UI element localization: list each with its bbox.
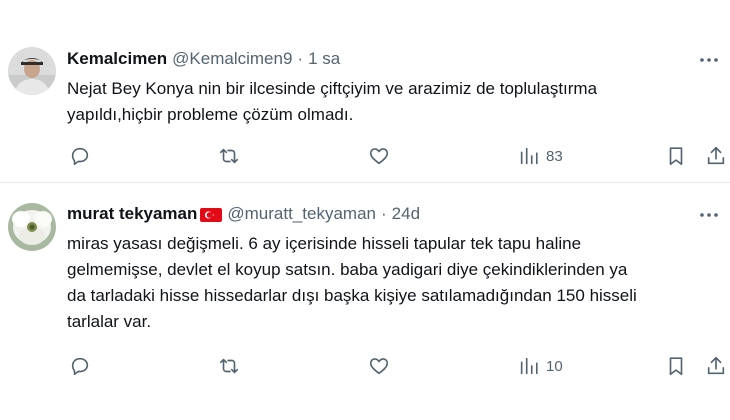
views-icon <box>520 147 538 165</box>
share-button[interactable] <box>705 354 727 378</box>
bookmark-icon <box>669 147 683 166</box>
repost-button[interactable] <box>218 144 240 168</box>
like-icon <box>369 148 389 165</box>
timestamp[interactable]: 1 sa <box>308 49 340 69</box>
reply-tweet[interactable]: murat tekyaman @muratt_tekyaman · 24d mi… <box>0 183 730 420</box>
reply-button[interactable] <box>69 354 91 378</box>
like-icon <box>369 358 389 375</box>
reply-icon <box>71 147 89 166</box>
turkey-flag-icon <box>200 207 223 222</box>
tweet-text-line: tarlalar var. <box>67 312 152 331</box>
bookmark-button[interactable] <box>665 354 687 378</box>
like-button[interactable] <box>368 354 390 378</box>
tweet-text-line: gelmemişse, devlet el koyup satsın. baba… <box>67 260 628 279</box>
repost-button[interactable] <box>218 354 240 378</box>
separator-dot: · <box>297 49 304 68</box>
reply-button[interactable] <box>69 144 91 168</box>
user-handle[interactable]: @Kemalcimen9 <box>172 49 292 69</box>
views-count: 10 <box>546 357 563 375</box>
tweet-text-line: miras yasası değişmeli. 6 ay içerisinde … <box>67 234 582 253</box>
action-bar: 10 <box>0 354 730 378</box>
more-icon[interactable] <box>698 207 720 223</box>
timestamp[interactable]: 24d <box>392 204 420 224</box>
share-icon <box>707 146 725 165</box>
display-name[interactable]: murat tekyaman <box>67 204 197 224</box>
tweet-text-line: da tarladaki hisse hissedarlar dışı başk… <box>67 286 637 305</box>
more-icon[interactable] <box>698 52 720 68</box>
bookmark-button[interactable] <box>665 144 687 168</box>
views-button[interactable]: 83 <box>518 144 563 168</box>
display-name[interactable]: Kemalcimen <box>67 49 167 69</box>
like-button[interactable] <box>368 144 390 168</box>
action-bar: 83 <box>0 144 730 168</box>
share-button[interactable] <box>705 144 727 168</box>
user-handle[interactable]: @muratt_tekyaman <box>227 204 376 224</box>
reply-tweet[interactable]: Kemalcimen @Kemalcimen9 · 1 sa Nejat Bey… <box>0 0 730 182</box>
separator-dot: · <box>380 204 387 223</box>
repost-icon <box>219 148 239 164</box>
avatar[interactable] <box>8 203 56 251</box>
tweet-text-line: Nejat Bey Konya nin bir ilcesinde çiftçi… <box>67 79 598 98</box>
tweet-text: Nejat Bey Konya nin bir ilcesinde çiftçi… <box>67 76 707 128</box>
avatar[interactable] <box>8 47 56 95</box>
share-icon <box>707 356 725 375</box>
reply-icon <box>71 357 89 376</box>
views-button[interactable]: 10 <box>518 354 563 378</box>
tweet-text: miras yasası değişmeli. 6 ay içerisinde … <box>67 231 707 335</box>
reply-header: Kemalcimen @Kemalcimen9 · 1 sa <box>67 47 340 71</box>
repost-icon <box>219 358 239 374</box>
views-icon <box>520 357 538 375</box>
tweet-text-line: yapıldı,hiçbir probleme çözüm olmadı. <box>67 105 354 124</box>
reply-header: murat tekyaman @muratt_tekyaman · 24d <box>67 202 420 226</box>
bookmark-icon <box>669 357 683 376</box>
views-count: 83 <box>546 147 563 165</box>
